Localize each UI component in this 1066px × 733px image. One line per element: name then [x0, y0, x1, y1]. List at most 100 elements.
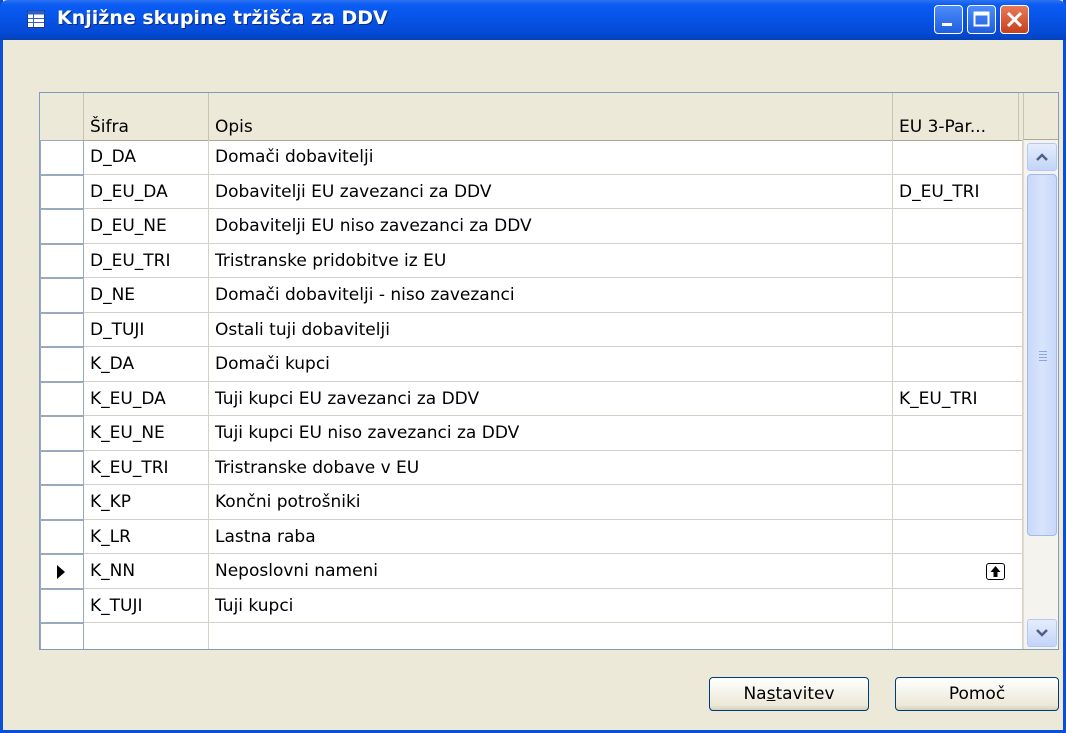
cell-description[interactable]	[209, 623, 893, 649]
lookup-button[interactable]	[986, 563, 1005, 580]
chevron-down-icon	[1036, 629, 1048, 637]
cell-code[interactable]: K_KP	[84, 485, 209, 520]
table-row[interactable]: D_DA Domači dobavitelji	[40, 140, 1023, 175]
window: Knjižne skupine tržišča za DDV Šifra Opi…	[0, 0, 1066, 733]
table-row[interactable]: K_LR Lastna raba	[40, 519, 1023, 554]
row-selector[interactable]	[40, 174, 84, 209]
minimize-button[interactable]	[934, 5, 963, 34]
cell-eu3party[interactable]	[893, 623, 1023, 649]
grip-line	[1039, 351, 1047, 352]
table-row[interactable]: D_EU_TRI Tristranske pridobitve iz EU	[40, 243, 1023, 278]
cell-description[interactable]: Dobavitelji EU zavezanci za DDV	[209, 174, 893, 209]
cell-description[interactable]: Ostali tuji dobavitelji	[209, 312, 893, 347]
row-selector[interactable]	[40, 381, 84, 416]
row-selector[interactable]	[40, 485, 84, 520]
header-description[interactable]: Opis	[209, 93, 893, 140]
cell-code[interactable]: K_EU_NE	[84, 416, 209, 451]
grip-line	[1039, 354, 1047, 355]
cell-code[interactable]: D_EU_DA	[84, 174, 209, 209]
cell-code[interactable]: K_LR	[84, 519, 209, 554]
cell-eu3party[interactable]	[893, 347, 1023, 382]
cell-code[interactable]: D_NE	[84, 278, 209, 313]
grid-rows: D_DA Domači dobavitelji D_EU_DA Dobavitelji…	[40, 140, 1023, 649]
cell-eu3party[interactable]	[893, 140, 1023, 175]
cell-code[interactable]: D_EU_NE	[84, 209, 209, 244]
table-row[interactable]: K_DA Domači kupci	[40, 347, 1023, 382]
cell-eu3party[interactable]	[893, 588, 1023, 623]
header-code[interactable]: Šifra	[84, 93, 209, 140]
cell-description[interactable]: Tuji kupci EU niso zavezanci za DDV	[209, 416, 893, 451]
title-bar[interactable]: Knjižne skupine tržišča za DDV	[0, 0, 1066, 40]
table-row[interactable]: K_EU_NE Tuji kupci EU niso zavezanci za D…	[40, 416, 1023, 451]
cell-code[interactable]: D_TUJI	[84, 312, 209, 347]
table-row[interactable]	[40, 623, 1023, 649]
cell-description[interactable]: Končni potrošniki	[209, 485, 893, 520]
arrow-up-icon	[990, 566, 1001, 577]
cell-code[interactable]: K_NN	[84, 554, 209, 589]
row-selector[interactable]	[40, 450, 84, 485]
cell-eu3party[interactable]	[893, 450, 1023, 485]
vat-groups-grid[interactable]: Šifra Opis EU 3-Par... D_DA Domači dobavi…	[39, 92, 1059, 650]
close-button[interactable]	[1000, 5, 1029, 34]
row-selector[interactable]	[40, 623, 84, 649]
cell-eu3party[interactable]	[893, 416, 1023, 451]
cell-code[interactable]	[84, 623, 209, 649]
row-selector[interactable]	[40, 347, 84, 382]
cell-eu3party[interactable]: D_EU_TRI	[893, 174, 1023, 209]
row-selector[interactable]	[40, 416, 84, 451]
cell-code[interactable]: D_EU_TRI	[84, 243, 209, 278]
row-selector[interactable]	[40, 243, 84, 278]
cell-description[interactable]: Tuji kupci EU zavezanci za DDV	[209, 381, 893, 416]
table-row[interactable]: K_KP Končni potrošniki	[40, 485, 1023, 520]
cell-description[interactable]: Tuji kupci	[209, 588, 893, 623]
row-selector[interactable]	[40, 209, 84, 244]
cell-description[interactable]: Domači dobavitelji	[209, 140, 893, 175]
cell-eu3party[interactable]	[893, 519, 1023, 554]
table-row[interactable]: K_EU_DA Tuji kupci EU zavezanci za DDV K_E…	[40, 381, 1023, 416]
scroll-thumb[interactable]	[1027, 174, 1057, 536]
cell-description[interactable]: Neposlovni nameni	[209, 554, 893, 589]
cell-description[interactable]: Lastna raba	[209, 519, 893, 554]
help-button[interactable]: Pomoč	[895, 677, 1059, 711]
cell-eu3party[interactable]	[893, 209, 1023, 244]
cell-code[interactable]: K_TUJI	[84, 588, 209, 623]
cell-code[interactable]: D_DA	[84, 140, 209, 175]
table-row[interactable]: D_EU_DA Dobavitelji EU zavezanci za DDV D_…	[40, 174, 1023, 209]
cell-description[interactable]: Dobavitelji EU niso zavezanci za DDV	[209, 209, 893, 244]
cell-description[interactable]: Domači dobavitelji - niso zavezanci	[209, 278, 893, 313]
row-selector[interactable]	[40, 140, 84, 175]
table-row[interactable]: D_TUJI Ostali tuji dobavitelji	[40, 312, 1023, 347]
table-row[interactable]: D_NE Domači dobavitelji - niso zavezanci	[40, 278, 1023, 313]
cell-eu3party[interactable]	[893, 485, 1023, 520]
scroll-down-button[interactable]	[1027, 619, 1057, 647]
grid-header: Šifra Opis EU 3-Par...	[40, 93, 1023, 141]
row-selector[interactable]	[40, 554, 84, 589]
close-icon	[1006, 11, 1023, 28]
table-row[interactable]: K_TUJI Tuji kupci	[40, 588, 1023, 623]
grip-line	[1039, 357, 1047, 358]
header-eu3party[interactable]: EU 3-Par...	[893, 93, 1019, 140]
row-selector[interactable]	[40, 312, 84, 347]
table-row[interactable]: D_EU_NE Dobavitelji EU niso zavezanci za …	[40, 209, 1023, 244]
cell-eu3party[interactable]	[893, 312, 1023, 347]
row-selector[interactable]	[40, 519, 84, 554]
cell-description[interactable]: Domači kupci	[209, 347, 893, 382]
setup-button[interactable]: Nastavitev	[709, 677, 869, 711]
row-selector[interactable]	[40, 278, 84, 313]
maximize-button[interactable]	[967, 5, 996, 34]
cell-eu3party[interactable]: K_EU_TRI	[893, 381, 1023, 416]
cell-code[interactable]: K_DA	[84, 347, 209, 382]
row-selector[interactable]	[40, 588, 84, 623]
cell-description[interactable]: Tristranske pridobitve iz EU	[209, 243, 893, 278]
table-row[interactable]: K_NN Neposlovni nameni	[40, 554, 1023, 589]
scroll-up-button[interactable]	[1027, 143, 1057, 171]
header-selector[interactable]	[40, 93, 84, 140]
vertical-scrollbar[interactable]	[1023, 140, 1058, 649]
cell-code[interactable]: K_EU_DA	[84, 381, 209, 416]
chevron-up-icon	[1036, 153, 1048, 161]
cell-eu3party[interactable]	[893, 278, 1023, 313]
cell-eu3party[interactable]	[893, 243, 1023, 278]
cell-description[interactable]: Tristranske dobave v EU	[209, 450, 893, 485]
cell-code[interactable]: K_EU_TRI	[84, 450, 209, 485]
table-row[interactable]: K_EU_TRI Tristranske dobave v EU	[40, 450, 1023, 485]
